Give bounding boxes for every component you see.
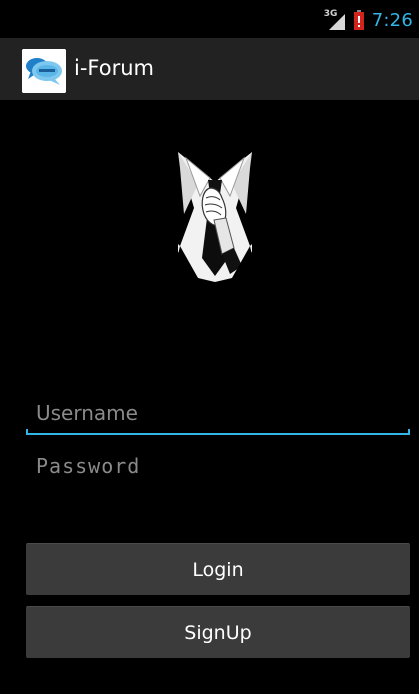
username-underline-right-tick: [408, 429, 410, 435]
chat-bubbles-logo-icon[interactable]: [22, 49, 66, 93]
login-button[interactable]: Login: [26, 543, 410, 595]
action-bar: i-Forum: [0, 38, 419, 100]
clock: 7:26: [371, 9, 413, 31]
suit-and-tie-hand-icon: [170, 148, 260, 290]
signup-button[interactable]: SignUp: [26, 606, 410, 658]
username-underline: [26, 433, 410, 435]
password-input[interactable]: [26, 444, 410, 488]
username-input[interactable]: [26, 391, 410, 435]
username-field-container: [26, 391, 410, 435]
battery-low-icon: [353, 10, 364, 30]
signal-icon: [328, 14, 345, 30]
username-underline-left-tick: [26, 429, 28, 435]
status-icons: 3G 7:26: [324, 9, 413, 31]
login-screen: 3G 7:26 i-Forum Username Login SignUp: [0, 0, 419, 694]
password-field-container: [26, 444, 410, 488]
status-bar: 3G 7:26: [0, 0, 419, 38]
app-title: i-Forum: [74, 56, 154, 80]
network-indicator: 3G: [324, 9, 346, 30]
